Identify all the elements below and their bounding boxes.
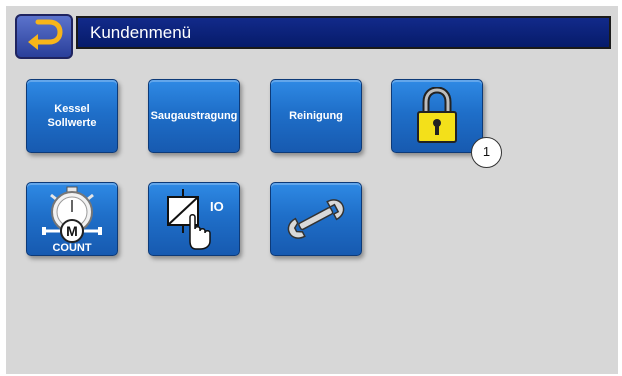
manual-io-button[interactable]: IO — [148, 182, 240, 256]
page-title: Kundenmenü — [76, 16, 611, 49]
motor-count-button[interactable]: M COUNT — [26, 182, 118, 256]
saugaustragung-label: Saugaustragung — [150, 110, 238, 122]
motor-letter: M — [66, 223, 78, 239]
service-button[interactable] — [270, 182, 362, 256]
io-label: IO — [210, 199, 224, 214]
lock-button[interactable] — [391, 79, 483, 153]
kessel-sollwerte-button[interactable]: Kessel Sollwerte — [26, 79, 118, 153]
padlock-icon — [415, 87, 459, 145]
screen: Kundenmenü Kessel Sollwerte Saugaustragu… — [6, 6, 618, 374]
wrench-icon — [284, 197, 348, 241]
callout-badge: 1 — [471, 137, 502, 168]
relay-hand-icon: IO — [154, 187, 234, 251]
reinigung-label: Reinigung — [289, 110, 343, 122]
saugaustragung-button[interactable]: Saugaustragung — [148, 79, 240, 153]
kessel-sollwerte-label: Kessel Sollwerte — [47, 103, 97, 129]
stopwatch-motor-icon: M COUNT — [34, 185, 110, 253]
motor-count-label: COUNT — [52, 242, 91, 253]
back-button[interactable] — [15, 14, 73, 59]
return-arrow-icon — [24, 17, 64, 56]
reinigung-button[interactable]: Reinigung — [270, 79, 362, 153]
